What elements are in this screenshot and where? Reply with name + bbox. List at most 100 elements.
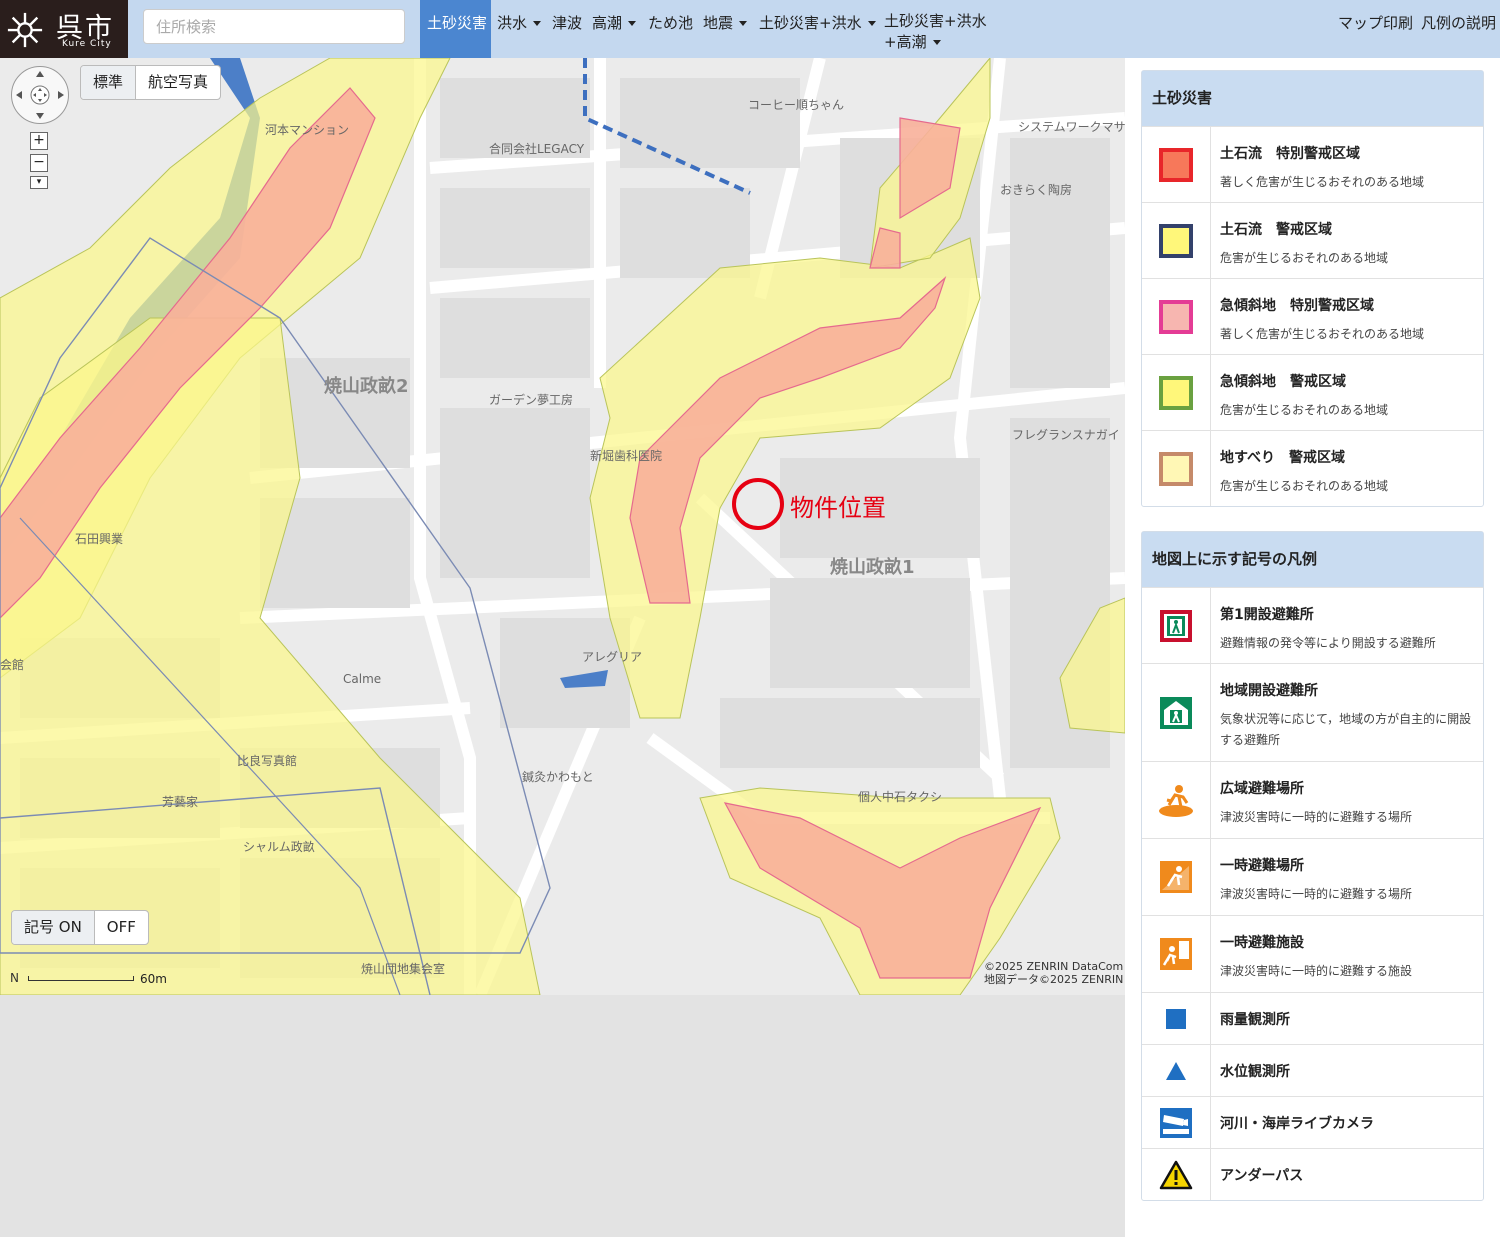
nav-tab-label: 洪水 [497, 14, 528, 32]
place-label: 合同会社LEGACY [489, 142, 585, 156]
place-label: 芳藝家 [162, 795, 199, 809]
first-shelter-icon [1160, 609, 1192, 642]
nav-tab-label: 土砂災害 [427, 14, 488, 32]
legend-item-name: 第1開設避難所 [1220, 607, 1314, 623]
nav-tab-label: 津波 [552, 14, 583, 32]
sediment-legend: 土砂災害 土石流 特別警戒区域 著しく危害が生じるおそれのある地域 土石流 警戒区… [1141, 70, 1484, 507]
legend-item: 急傾斜地 警戒区域 危害が生じるおそれのある地域 [1142, 354, 1483, 430]
basemap-toggle: 標準 航空写真 [80, 65, 222, 100]
pan-arrows-icon [16, 71, 64, 119]
city-emblem-icon [7, 12, 43, 48]
nav-tab-label: 地震 [703, 14, 734, 32]
rain-gauge-icon [1166, 1008, 1186, 1029]
legend-item: アンダーパス [1142, 1148, 1483, 1200]
legend-item-name: アンダーパス [1220, 1168, 1304, 1184]
nav-tab-sediment-flood-surge[interactable]: 土砂災害+洪水 +高潮 [884, 11, 987, 53]
legend-item: 一時避難施設津波災害時に一時的に避難する施設 [1142, 915, 1483, 992]
legend-item: 一時避難場所津波災害時に一時的に避難する場所 [1142, 838, 1483, 915]
place-label: 比良写真館 [237, 754, 298, 768]
place-label: 河本マンション [265, 123, 350, 137]
caret-down-icon [739, 21, 748, 26]
legend-item-desc: 気象状況等に応じて，地域の方が自主的に開設する避難所 [1220, 712, 1472, 747]
local-shelter-icon [1160, 696, 1192, 729]
legend-item: 地域開設避難所気象状況等に応じて，地域の方が自主的に開設する避難所 [1142, 663, 1483, 761]
nav-tab-reservoir[interactable]: ため池 [648, 12, 693, 33]
caret-down-icon [533, 21, 542, 26]
area-label: 焼山政畝1 [830, 557, 915, 578]
place-label: 新堀歯科医院 [590, 449, 663, 463]
legend-item-name: 広域避難場所 [1220, 781, 1304, 797]
nav-tab-tsunami[interactable]: 津波 [552, 12, 582, 33]
scale-bar [28, 976, 134, 981]
zoom-in-button[interactable]: + [30, 132, 48, 150]
legend-item-desc: 危害が生じるおそれのある地域 [1220, 479, 1389, 493]
scale-label: 60m [140, 972, 167, 986]
legend-item-name: 水位観測所 [1220, 1064, 1290, 1080]
legend-help-link[interactable]: 凡例の説明 [1421, 12, 1496, 33]
top-navbar: 呉市 Kure City 土砂災害 洪水 津波 高潮 ため池 地震 土砂災害+洪… [0, 0, 1500, 58]
pan-control[interactable] [11, 66, 69, 124]
basemap-aerial-button[interactable]: 航空写真 [135, 66, 220, 99]
symbols-on-button[interactable]: 記号 ON [12, 911, 94, 944]
city-logo[interactable]: 呉市 Kure City [0, 0, 128, 58]
temporary-evacuation-icon [1160, 861, 1192, 893]
legend-item-name: 急傾斜地 特別警戒区域 [1220, 298, 1374, 314]
legend-item-desc: 危害が生じるおそれのある地域 [1220, 251, 1389, 265]
map-canvas[interactable] [0, 58, 1125, 995]
legend-item: 雨量観測所 [1142, 992, 1483, 1044]
legend-item-name: 土石流 警戒区域 [1220, 222, 1332, 238]
legend-item-desc: 津波災害時に一時的に避難する施設 [1220, 964, 1413, 978]
legend-section-title: 地図上に示す記号の凡例 [1142, 532, 1483, 587]
nav-tab-label: 土砂災害+洪水 [759, 14, 862, 32]
caret-down-icon [628, 21, 637, 26]
legend-item: 土石流 警戒区域危害が生じるおそれのある地域 [1142, 202, 1483, 278]
address-search-input[interactable] [143, 9, 405, 44]
property-location-marker [732, 478, 784, 530]
basemap-standard-button[interactable]: 標準 [81, 66, 136, 99]
symbols-off-button[interactable]: OFF [93, 911, 148, 944]
legend-item-desc: 著しく危害が生じるおそれのある地域 [1220, 175, 1425, 189]
legend-item-name: 地域開設避難所 [1220, 683, 1318, 699]
landslide-warning-swatch [1159, 451, 1193, 486]
place-label: ガーデン夢工房 [489, 393, 574, 407]
zoom-slider-icon[interactable]: ▾ [30, 176, 48, 189]
debris-flow-warning-swatch [1159, 223, 1193, 258]
map-print-link[interactable]: マップ印刷 [1338, 12, 1413, 33]
place-label: 焼山団地集会室 [361, 962, 446, 976]
copyright-line: 地図データ©2025 ZENRIN [984, 973, 1124, 986]
legend-item-name: 地すべり 警戒区域 [1220, 450, 1346, 466]
legend-item: 急傾斜地 特別警戒区域 著しく危害が生じるおそれのある地域 [1142, 278, 1483, 354]
hazard-map[interactable]: 焼山政畝2 焼山政畝1 コーヒー順ちゃん 合同会社LEGACY 河本マンション … [0, 58, 1125, 995]
nav-tab-earthquake[interactable]: 地震 [703, 12, 748, 33]
steep-slope-warning-swatch [1159, 375, 1193, 410]
legend-item-desc: 避難情報の発令等により開設する避難所 [1220, 636, 1436, 650]
place-label: 会館 [0, 658, 25, 672]
legend-item-name: 一時避難場所 [1220, 858, 1304, 874]
place-label: シャルム政畝 [243, 840, 315, 854]
legend-item-name: 河川・海岸ライブカメラ [1220, 1116, 1374, 1132]
north-arrow-icon: N [10, 971, 19, 985]
wide-evacuation-icon [1159, 785, 1193, 817]
legend-item-desc: 危害が生じるおそれのある地域 [1220, 403, 1389, 417]
nav-tab-sediment[interactable]: 土砂災害 [420, 0, 491, 58]
zoom-out-button[interactable]: − [30, 154, 48, 172]
nav-tab-sediment-flood[interactable]: 土砂災害+洪水 [759, 12, 876, 33]
logo-subtitle: Kure City [62, 39, 112, 49]
legend-item: 第1開設避難所避難情報の発令等により開設する避難所 [1142, 587, 1483, 663]
place-label: 鍼灸かわもと [522, 770, 594, 784]
symbol-legend: 地図上に示す記号の凡例 第1開設避難所避難情報の発令等により開設する避難所 地域… [1141, 531, 1484, 1201]
copyright-line: ©2025 ZENRIN DataCom [984, 960, 1124, 973]
nav-tab-storm-surge[interactable]: 高潮 [592, 12, 637, 33]
legend-item: 広域避難場所 津波災害時に一時的に避難する場所 [1142, 761, 1483, 838]
temporary-facility-icon [1160, 938, 1192, 970]
caret-down-icon [932, 40, 941, 45]
legend-panel: 土砂災害 土石流 特別警戒区域 著しく危害が生じるおそれのある地域 土石流 警戒区… [1125, 58, 1500, 1237]
nav-tab-flood[interactable]: 洪水 [497, 12, 542, 33]
place-label: おきらく陶房 [1000, 183, 1073, 197]
legend-item-name: 一時避難施設 [1220, 935, 1304, 951]
underpass-warning-icon [1159, 1160, 1193, 1189]
caret-down-icon [867, 21, 876, 26]
legend-item-desc: 津波災害時に一時的に避難する場所 [1220, 887, 1413, 901]
area-label: 焼山政畝2 [324, 376, 409, 397]
live-camera-icon [1160, 1107, 1192, 1138]
